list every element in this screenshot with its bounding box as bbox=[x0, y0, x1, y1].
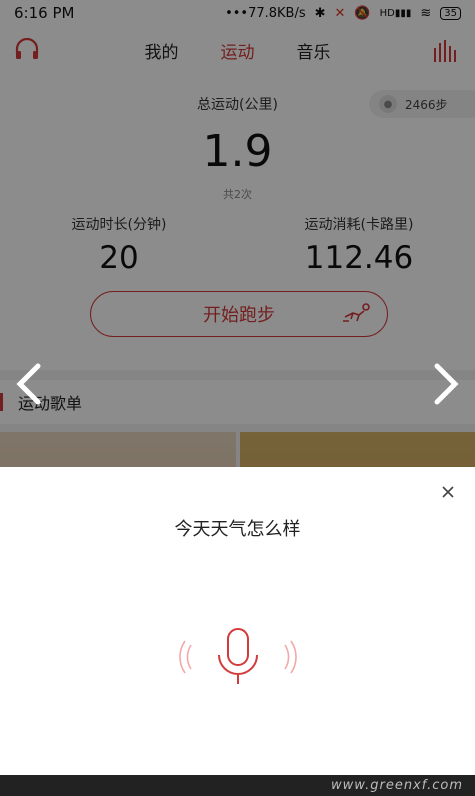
voice-query-text: 今天天气怎么样 bbox=[174, 519, 301, 540]
next-arrow-icon[interactable] bbox=[425, 362, 465, 406]
close-icon[interactable] bbox=[439, 483, 457, 501]
microphone-icon[interactable] bbox=[177, 627, 299, 691]
bottom-strip: www.greenxf.com bbox=[0, 775, 475, 796]
app-screen: 6:16 PM •••77.8KB/s ✱ ✕ 🔕 HD▮▮▮ ≋ 35 我的 … bbox=[0, 0, 475, 796]
watermark-text: www.greenxf.com bbox=[331, 778, 463, 793]
previous-arrow-icon[interactable] bbox=[10, 362, 50, 406]
voice-assistant-sheet: 今天天气怎么样 bbox=[0, 467, 475, 775]
